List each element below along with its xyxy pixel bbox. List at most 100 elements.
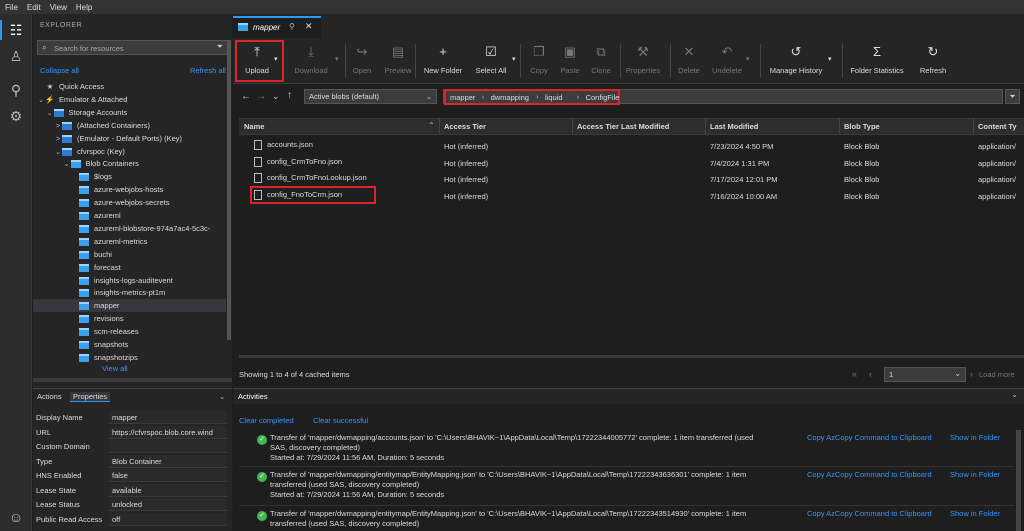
breadcrumb-item[interactable]: ConfigFile (586, 93, 620, 102)
breadcrumb-item[interactable]: dwmapping (491, 93, 529, 102)
file-name-cell[interactable]: config_FnoToCrm.json (254, 190, 342, 201)
chevron-down-icon[interactable]: ▾ (746, 55, 750, 63)
history-dropdown-icon[interactable]: ⌄ (272, 91, 280, 102)
load-more-button[interactable]: Load more (979, 370, 1015, 379)
undelete-button[interactable]: ↶ Undelete (710, 42, 744, 82)
collapse-all-link[interactable]: Collapse all (40, 66, 79, 75)
tree-item[interactable]: ★ Quick Access (33, 80, 226, 93)
prev-page-icon[interactable]: ‹ (869, 369, 872, 379)
tree-item[interactable]: ⌄ Blob Containers (33, 157, 226, 170)
property-value[interactable]: available (109, 483, 227, 497)
tree-item[interactable]: scm-releases (33, 325, 226, 338)
tree-item[interactable]: > (Emulator - Default Ports) (Key) (33, 132, 226, 145)
breadcrumb-item[interactable]: mapper (450, 93, 475, 102)
tab-properties[interactable]: Properties (70, 392, 111, 402)
tree-item[interactable]: ⌄ Storage Accounts (33, 106, 226, 119)
clear-successful-link[interactable]: Clear successful (313, 416, 368, 425)
plug-icon[interactable]: ⚲ (6, 80, 26, 100)
file-name-cell[interactable]: accounts.json (254, 140, 313, 151)
account-icon[interactable]: ♙ (6, 46, 26, 66)
tree-item[interactable]: azure-webjobs-secrets (33, 196, 226, 209)
menu-edit[interactable]: Edit (27, 3, 41, 12)
copy-azcopy-command-link[interactable]: Copy AzCopy Command to Clipboard (807, 509, 932, 518)
chevron-down-icon[interactable]: ⌄ (37, 94, 45, 106)
tree-item[interactable]: ⌄⚡ Emulator & Attached (33, 93, 226, 106)
view-all-link[interactable]: View all (102, 364, 128, 373)
new-folder-button[interactable]: + New Folder (421, 42, 465, 82)
tree-item[interactable]: > (Attached Containers) (33, 119, 226, 132)
column-header[interactable]: Name (244, 122, 264, 131)
column-divider[interactable] (705, 118, 706, 135)
chevron-down-icon[interactable]: ⌄ (46, 107, 54, 119)
back-icon[interactable]: ← (241, 91, 251, 102)
tree-item[interactable]: snapshotzips (33, 351, 226, 364)
tree-item[interactable]: mapper (33, 299, 226, 313)
chevron-right-icon[interactable]: > (54, 120, 62, 132)
next-page-icon[interactable]: › (970, 369, 973, 379)
file-name-cell[interactable]: config_CrmToFno.json (254, 157, 342, 168)
feedback-icon[interactable]: ☺ (6, 507, 26, 527)
tree-item[interactable]: insights-metrics-pt1m (33, 286, 226, 299)
filter-icon[interactable]: ⏷ (217, 42, 223, 52)
menu-view[interactable]: View (50, 3, 67, 12)
column-header[interactable]: Content Ty (978, 122, 1017, 131)
chevron-up-icon[interactable]: ⌃ (428, 121, 435, 130)
property-value[interactable] (109, 440, 227, 453)
show-in-folder-link[interactable]: Show in Folder (950, 509, 1000, 518)
folder-statistics-button[interactable]: Σ Folder Statistics (848, 42, 906, 82)
column-header[interactable]: Access Tier Last Modified (577, 122, 669, 131)
chevron-down-icon[interactable]: ▾ (335, 55, 339, 63)
tree-item[interactable]: $logs (33, 170, 226, 183)
refresh-button[interactable]: ↻ Refresh (918, 42, 948, 82)
show-in-folder-link[interactable]: Show in Folder (950, 433, 1000, 442)
chevron-down-icon[interactable]: ▾ (828, 55, 832, 63)
open-button[interactable]: ↪ Open (350, 42, 374, 82)
tab-mapper[interactable]: mapper ⚲ ✕ (233, 16, 321, 38)
explorer-hscrollbar[interactable] (33, 378, 232, 382)
search-input[interactable]: ⌕ Search for resources ⏷ (37, 40, 228, 55)
property-value[interactable]: Blob Container (109, 454, 227, 468)
column-header[interactable]: Access Tier (444, 122, 486, 131)
upload-button[interactable]: ⤒ Upload (242, 42, 272, 82)
tree-item[interactable]: insights-logs-auditevent (33, 274, 226, 287)
breadcrumb-item[interactable]: liquid (545, 93, 563, 102)
file-name-cell[interactable]: config_CrmToFnoLookup.json (254, 173, 367, 184)
tree-item[interactable]: azureml-metrics (33, 235, 226, 248)
copy-button[interactable]: ❐ Copy (527, 42, 551, 82)
copy-azcopy-command-link[interactable]: Copy AzCopy Command to Clipboard (807, 433, 932, 442)
copy-azcopy-command-link[interactable]: Copy AzCopy Command to Clipboard (807, 470, 932, 479)
page-select[interactable]: 1 ⌄ (884, 367, 966, 382)
property-value[interactable]: off (109, 512, 227, 526)
select-all-button[interactable]: ☑ Select All (472, 42, 510, 82)
show-in-folder-link[interactable]: Show in Folder (950, 470, 1000, 479)
settings-gear-icon[interactable]: ⚙ (6, 106, 26, 126)
tree-item[interactable]: forecast (33, 261, 226, 274)
property-value[interactable]: https://cfvrspoc.blob.core.wind (109, 425, 227, 439)
column-divider[interactable] (439, 118, 440, 135)
chevron-down-icon[interactable]: ⌄ (1011, 390, 1018, 399)
tree-item[interactable]: azureml-blobstore-974a7ac4-5c3c- (33, 222, 226, 235)
pin-icon[interactable]: ⚲ (289, 22, 295, 31)
download-button[interactable]: ⤓ Download (289, 42, 333, 82)
tab-actions[interactable]: Actions (37, 392, 62, 401)
tree-item[interactable]: buchi (33, 248, 226, 261)
up-icon[interactable]: ↑ (287, 90, 292, 101)
clone-button[interactable]: ⧉ Clone (589, 42, 613, 82)
property-value[interactable]: unlocked (109, 498, 227, 511)
grid-hscrollbar[interactable] (239, 355, 1024, 358)
tree-item[interactable]: azure-webjobs-hosts (33, 183, 226, 196)
menu-file[interactable]: File (5, 3, 18, 12)
preview-button[interactable]: ▤ Preview (383, 42, 413, 82)
delete-button[interactable]: ✕ Delete (676, 42, 702, 82)
explorer-scrollbar[interactable] (227, 40, 231, 340)
table-row[interactable] (239, 138, 1024, 154)
column-header[interactable]: Blob Type (844, 122, 880, 131)
column-divider[interactable] (973, 118, 974, 135)
column-divider[interactable] (839, 118, 840, 135)
blob-view-select[interactable]: Active blobs (default) ⌄ (304, 89, 437, 104)
chevron-down-icon[interactable]: ⌄ (63, 158, 71, 170)
column-divider[interactable] (572, 118, 573, 135)
tree-item[interactable]: revisions (33, 312, 226, 325)
first-page-icon[interactable]: « (852, 369, 857, 379)
tree-item[interactable]: azureml (33, 209, 226, 222)
